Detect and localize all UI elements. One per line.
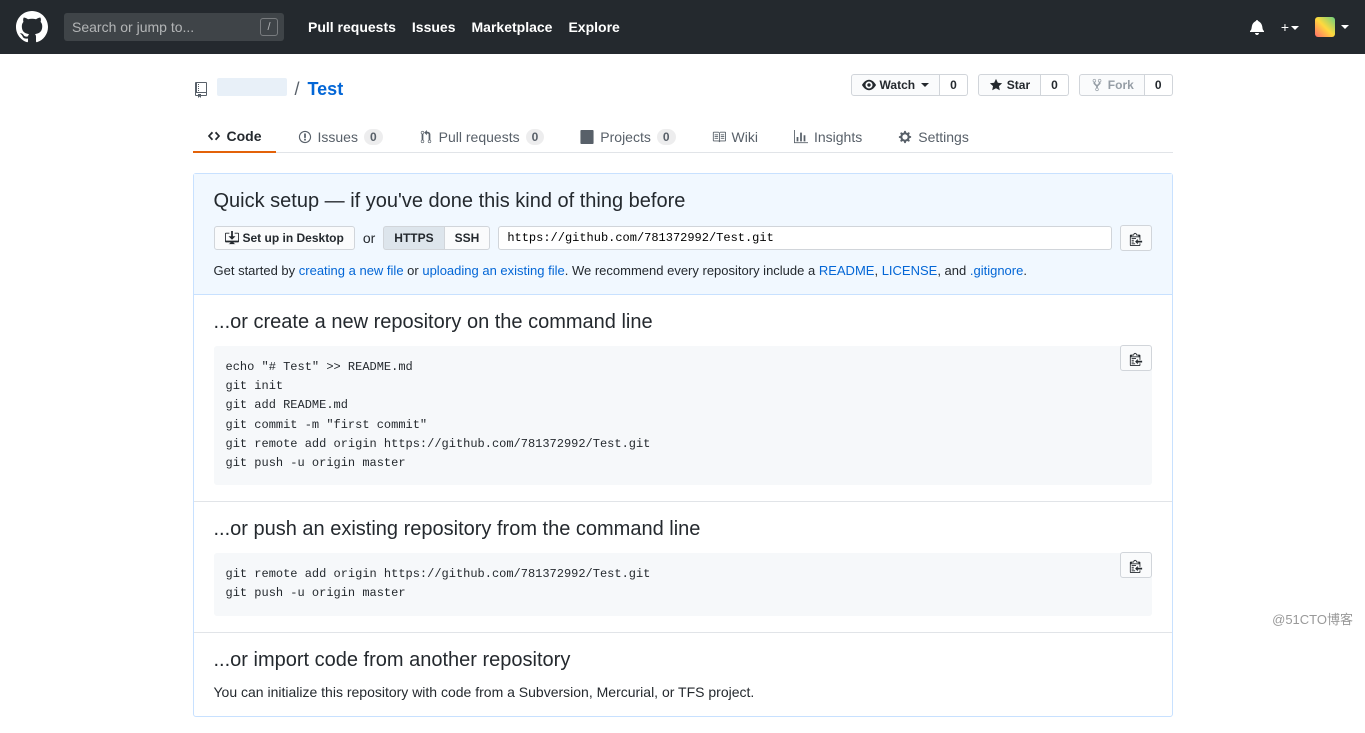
tab-pull-requests[interactable]: Pull requests0 bbox=[405, 121, 559, 152]
watch-count[interactable]: 0 bbox=[940, 74, 968, 96]
main-content: Watch 0 Star 0 Fork 0 / Test Code Issues… bbox=[193, 54, 1173, 733]
upload-file-link[interactable]: uploading an existing file bbox=[422, 263, 564, 278]
tab-settings[interactable]: Settings bbox=[884, 121, 983, 152]
header-right: + bbox=[1249, 17, 1349, 37]
create-file-link[interactable]: creating a new file bbox=[299, 263, 404, 278]
user-menu[interactable] bbox=[1315, 17, 1349, 37]
push-repo-code[interactable]: git remote add origin https://github.com… bbox=[214, 553, 1152, 615]
owner-link[interactable] bbox=[217, 78, 287, 101]
create-repo-code[interactable]: echo "# Test" >> README.md git init git … bbox=[214, 346, 1152, 485]
main-header: Search or jump to... / Pull requests Iss… bbox=[0, 0, 1365, 54]
clone-url-input[interactable] bbox=[498, 226, 1111, 250]
ssh-button[interactable]: SSH bbox=[444, 226, 491, 250]
search-placeholder: Search or jump to... bbox=[72, 19, 194, 35]
tab-issues[interactable]: Issues0 bbox=[284, 121, 397, 152]
repo-head: Watch 0 Star 0 Fork 0 / Test bbox=[193, 70, 1173, 101]
quick-setup: Quick setup — if you've done this kind o… bbox=[194, 174, 1172, 295]
setup-desktop-button[interactable]: Set up in Desktop bbox=[214, 226, 355, 250]
copy-url-button[interactable] bbox=[1120, 225, 1152, 251]
create-repo-section: ...or create a new repository on the com… bbox=[194, 295, 1172, 502]
tab-projects[interactable]: Projects0 bbox=[566, 121, 689, 152]
nav-links: Pull requests Issues Marketplace Explore bbox=[308, 19, 620, 35]
nav-explore[interactable]: Explore bbox=[568, 19, 619, 35]
create-new-icon[interactable]: + bbox=[1281, 19, 1299, 35]
gitignore-link[interactable]: .gitignore bbox=[970, 263, 1023, 278]
repo-icon bbox=[193, 82, 209, 98]
search-slash-icon: / bbox=[260, 18, 278, 36]
help-text: Get started by creating a new file or up… bbox=[214, 263, 1152, 278]
star-button[interactable]: Star bbox=[978, 74, 1041, 96]
separator: / bbox=[295, 79, 300, 100]
import-desc: You can initialize this repository with … bbox=[214, 684, 1152, 700]
push-repo-section: ...or push an existing repository from t… bbox=[194, 502, 1172, 632]
import-section: ...or import code from another repositor… bbox=[194, 633, 1172, 716]
nav-issues[interactable]: Issues bbox=[412, 19, 456, 35]
notifications-icon[interactable] bbox=[1249, 19, 1265, 35]
repo-actions: Watch 0 Star 0 Fork 0 bbox=[851, 74, 1173, 96]
repo-title: / Test bbox=[193, 78, 851, 101]
license-link[interactable]: LICENSE bbox=[882, 263, 938, 278]
avatar-icon bbox=[1315, 17, 1335, 37]
setup-box: Quick setup — if you've done this kind o… bbox=[193, 173, 1173, 717]
https-button[interactable]: HTTPS bbox=[383, 226, 443, 250]
fork-count[interactable]: 0 bbox=[1145, 74, 1173, 96]
quick-setup-title: Quick setup — if you've done this kind o… bbox=[214, 190, 1152, 213]
nav-pull-requests[interactable]: Pull requests bbox=[308, 19, 396, 35]
watch-button[interactable]: Watch bbox=[851, 74, 941, 96]
nav-marketplace[interactable]: Marketplace bbox=[472, 19, 553, 35]
tab-code[interactable]: Code bbox=[193, 121, 276, 153]
push-repo-title: ...or push an existing repository from t… bbox=[214, 518, 1152, 541]
fork-button[interactable]: Fork bbox=[1079, 74, 1145, 96]
repo-tabs: Code Issues0 Pull requests0 Projects0 Wi… bbox=[193, 121, 1173, 153]
tab-insights[interactable]: Insights bbox=[780, 121, 876, 152]
tab-wiki[interactable]: Wiki bbox=[698, 121, 772, 152]
create-repo-title: ...or create a new repository on the com… bbox=[214, 311, 1152, 334]
copy-push-button[interactable] bbox=[1120, 552, 1152, 578]
search-input[interactable]: Search or jump to... / bbox=[64, 13, 284, 41]
import-title: ...or import code from another repositor… bbox=[214, 649, 1152, 672]
github-logo-icon[interactable] bbox=[16, 11, 48, 43]
copy-create-button[interactable] bbox=[1120, 345, 1152, 371]
star-count[interactable]: 0 bbox=[1041, 74, 1069, 96]
watermark: @51CTO博客 bbox=[1272, 609, 1353, 628]
readme-link[interactable]: README bbox=[819, 263, 875, 278]
repo-name-link[interactable]: Test bbox=[308, 79, 344, 100]
or-text: or bbox=[363, 230, 375, 246]
